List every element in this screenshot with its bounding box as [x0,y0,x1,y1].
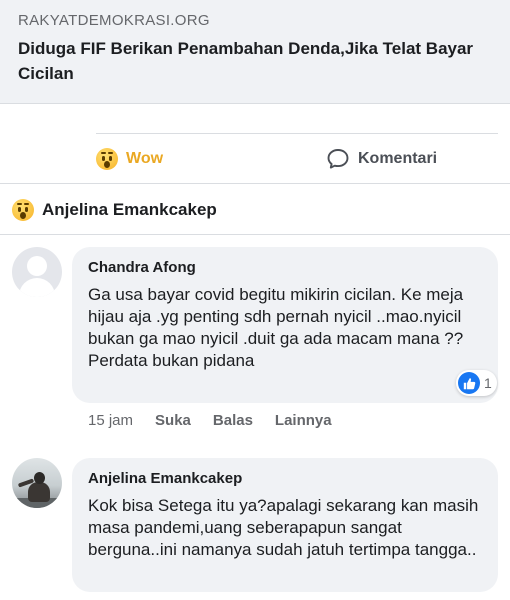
link-title[interactable]: Diduga FIF Berikan Penambahan Denda,Jika… [18,36,488,86]
link-preview-card[interactable]: RAKYATDEMOKRASI.ORG Diduga FIF Berikan P… [0,0,510,104]
like-count: 1 [484,375,492,391]
thumbs-up-icon [458,372,480,394]
comment-text: Ga usa bayar covid begitu mikirin cicila… [88,285,464,370]
post-action-bar: Wow Komentari [0,134,510,184]
wow-reaction-button[interactable]: Wow [96,134,163,184]
avatar[interactable] [12,458,62,508]
more-link[interactable]: Lainnya [275,412,332,429]
like-link[interactable]: Suka [155,412,191,429]
comment-meta: 15 jam Suka Balas Lainnya [88,412,332,429]
comment-icon [327,149,349,169]
comment-label: Komentari [358,150,438,167]
reply-link[interactable]: Balas [213,412,253,429]
wow-emoji-icon [96,148,118,170]
wow-emoji-icon [12,198,34,221]
link-domain: RAKYATDEMOKRASI.ORG [18,12,210,29]
comment-timestamp[interactable]: 15 jam [88,412,133,429]
comment-bubble[interactable]: Anjelina Emankcakep Kok bisa Setega itu … [72,458,498,592]
comment-text: Kok bisa Setega itu ya?apalagi sekarang … [88,496,479,559]
avatar[interactable] [12,247,62,297]
comment-author[interactable]: Chandra Afong [88,258,482,278]
like-count-badge[interactable]: 1 [456,370,497,396]
reactor-row[interactable]: Anjelina Emankcakep [0,185,510,235]
wow-label: Wow [126,150,164,167]
reactor-name[interactable]: Anjelina Emankcakep [42,200,217,220]
comment-author[interactable]: Anjelina Emankcakep [88,469,482,489]
comment-button[interactable]: Komentari [326,134,437,184]
comment-bubble[interactable]: Chandra Afong Ga usa bayar covid begitu … [72,247,498,403]
